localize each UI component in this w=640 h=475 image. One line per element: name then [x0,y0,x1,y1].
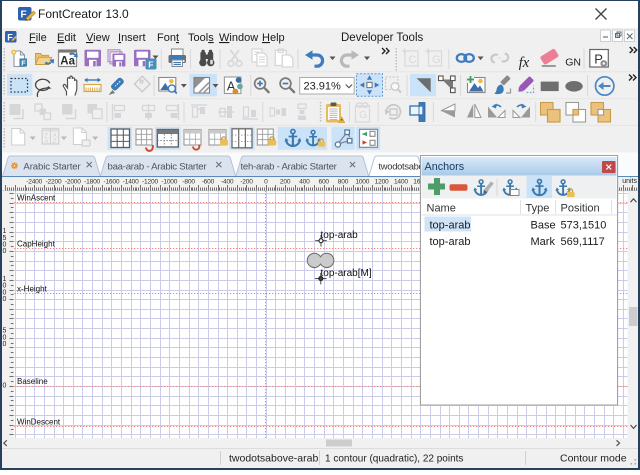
svg-text:Arabic Starter: Arabic Starter [23,161,81,172]
svg-text:200: 200 [280,178,291,185]
svg-text:fx: fx [519,55,530,71]
svg-text:WinAscent: WinAscent [17,194,56,203]
svg-text:569,1117: 569,1117 [561,236,605,248]
svg-text:F: F [21,10,27,21]
svg-text:600: 600 [318,178,329,185]
svg-text:top-arab[M]: top-arab[M] [321,268,372,279]
svg-text:View: View [86,32,110,44]
svg-text:WinDescent: WinDescent [17,417,61,426]
svg-text:1200: 1200 [375,178,389,185]
svg-text:400: 400 [299,178,310,185]
svg-text:units: units [622,178,637,185]
svg-text:Name: Name [427,202,456,214]
svg-text:1 contour (quadratic), 22 poin: 1 contour (quadratic), 22 points [325,454,463,465]
svg-text:-400: -400 [221,178,234,185]
svg-text:0: 0 [3,383,7,390]
svg-text:top-arab: top-arab [430,236,471,248]
svg-text:baa-arab - Arabic Starter: baa-arab - Arabic Starter [108,161,208,172]
svg-text:Font: Font [157,32,179,44]
svg-text:-2200: -2200 [46,178,62,185]
svg-text:-800: -800 [182,178,195,185]
svg-text:F: F [7,32,13,42]
svg-text:twodotsabove-arab: twodotsabove-arab [229,453,318,465]
svg-text:Baseline: Baseline [17,377,48,386]
svg-text:-1200: -1200 [142,178,158,185]
svg-text:top-arab: top-arab [430,219,471,231]
svg-text:0: 0 [3,296,7,303]
svg-text:Edit: Edit [57,32,76,44]
svg-text:Tools: Tools [188,32,214,44]
svg-text:Z: Z [53,139,57,145]
svg-text:-2400: -2400 [26,178,42,185]
svg-text:-1600: -1600 [103,178,119,185]
svg-text:G: G [432,54,441,66]
svg-text:FontCreator 13.0: FontCreator 13.0 [38,7,129,21]
svg-text:CapHeight: CapHeight [17,239,56,248]
svg-text:Base: Base [531,219,556,231]
svg-text:C: C [409,54,417,66]
svg-text:-1800: -1800 [84,178,100,185]
svg-text:1400: 1400 [394,178,408,185]
svg-text:-1000: -1000 [161,178,177,185]
svg-text:Help: Help [262,32,285,44]
svg-text:GN: GN [565,57,581,69]
svg-text:File: File [29,32,47,44]
svg-text:Mark: Mark [531,236,556,248]
svg-text:Developer Tools: Developer Tools [341,32,424,44]
svg-text:Type: Type [526,202,550,214]
svg-text:800: 800 [338,178,349,185]
svg-text:0: 0 [3,341,7,348]
svg-text:Window: Window [219,32,258,44]
svg-text:top-arab: top-arab [321,230,359,241]
svg-text:573,1510: 573,1510 [561,219,607,231]
svg-text:F: F [21,58,26,67]
svg-text:Contour mode: Contour mode [560,453,627,465]
svg-text:-600: -600 [202,178,215,185]
svg-text:G: G [359,109,367,121]
svg-text:A: A [44,139,48,145]
svg-text:F: F [148,59,153,69]
svg-text:Position: Position [561,202,600,214]
svg-text:-1400: -1400 [123,178,139,185]
svg-text:x-Height: x-Height [17,284,48,293]
svg-text:23.91%: 23.91% [304,81,342,93]
svg-text:Insert: Insert [118,32,146,44]
svg-text:0: 0 [264,178,268,185]
svg-text:1000: 1000 [355,178,369,185]
svg-text:-2000: -2000 [65,178,81,185]
svg-text:0: 0 [3,248,7,255]
svg-text:-200: -200 [240,178,253,185]
svg-text:teh-arab - Arabic Starter: teh-arab - Arabic Starter [241,161,338,172]
svg-text:Anchors: Anchors [425,161,465,173]
svg-text:Aa: Aa [60,56,75,68]
